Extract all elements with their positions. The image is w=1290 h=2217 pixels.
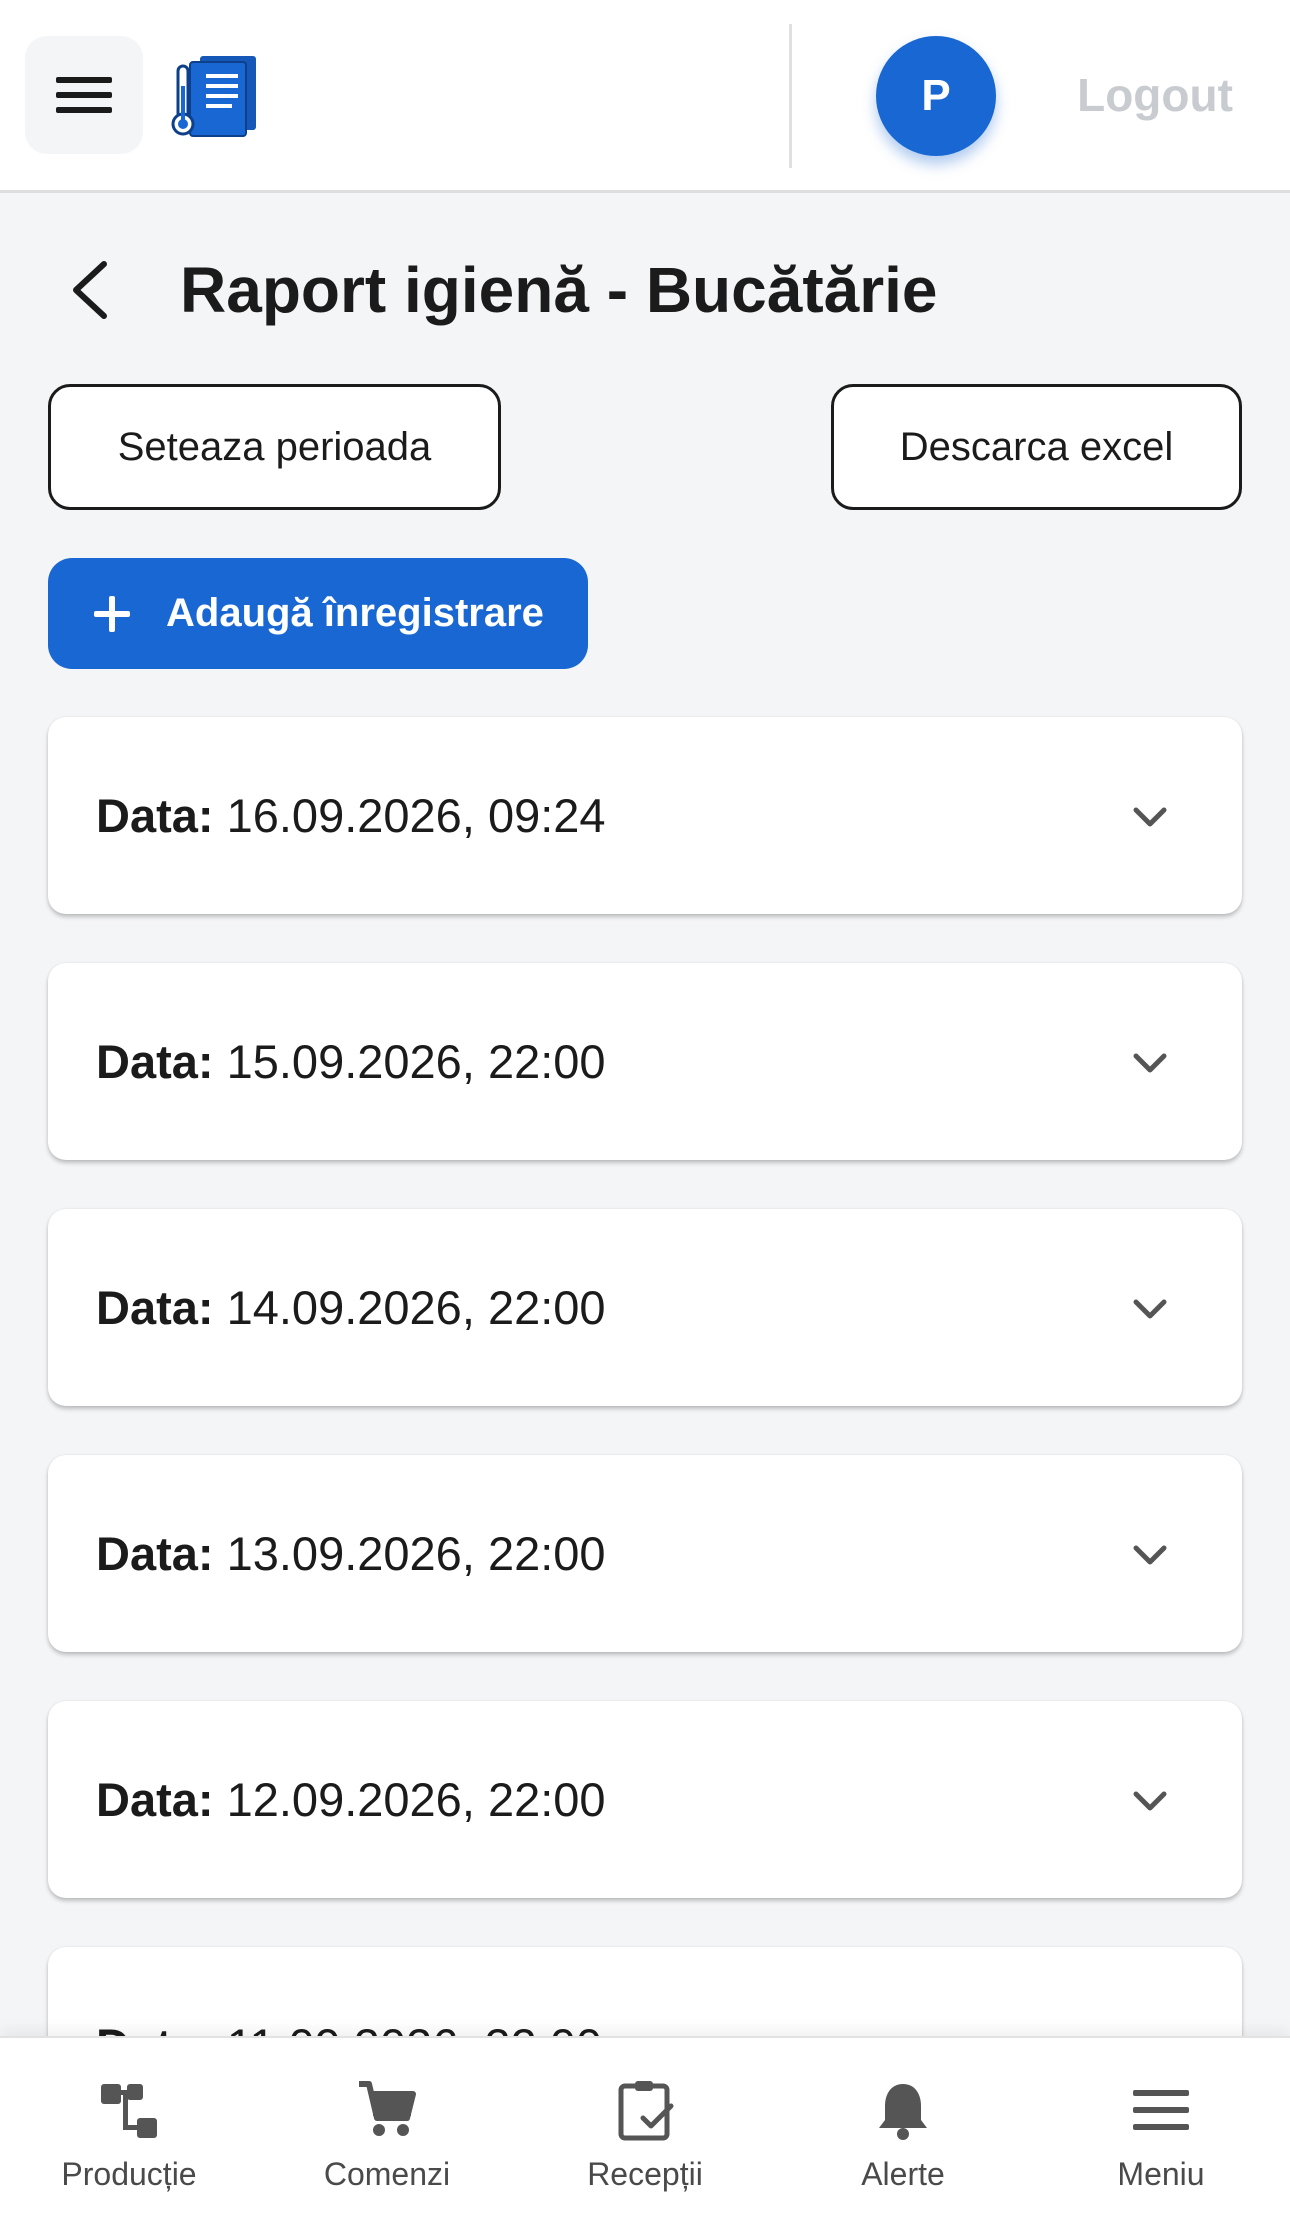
chevron-down-icon[interactable] <box>1130 1043 1170 1083</box>
record-date-value: 14.09.2026, 22:00 <box>226 1281 606 1334</box>
clipboard-check-icon <box>618 2081 674 2141</box>
record-date: Data: 14.09.2026, 22:00 <box>96 1209 606 1406</box>
chevron-left-icon[interactable] <box>60 250 120 330</box>
download-excel-button[interactable]: Descarca excel <box>831 384 1242 510</box>
header-divider <box>789 24 792 168</box>
record-date-label: Data: <box>96 789 214 842</box>
records-list: Data: 16.09.2026, 09:24 Data: 15.09.2026… <box>48 717 1242 2193</box>
chevron-down-icon[interactable] <box>1130 1535 1170 1575</box>
chevron-down-icon[interactable] <box>1130 797 1170 837</box>
nav-item-meniu[interactable]: Meniu <box>1032 2038 1290 2217</box>
avatar[interactable]: P <box>876 36 996 156</box>
record-date: Data: 12.09.2026, 22:00 <box>96 1701 606 1898</box>
record-date: Data: 16.09.2026, 09:24 <box>96 717 606 914</box>
add-record-button[interactable]: Adaugă înregistrare <box>48 558 588 669</box>
record-card[interactable]: Data: 13.09.2026, 22:00 <box>48 1455 1242 1652</box>
record-date-value: 15.09.2026, 22:00 <box>226 1035 606 1088</box>
record-date-value: 12.09.2026, 22:00 <box>226 1773 606 1826</box>
set-period-button[interactable]: Seteaza perioada <box>48 384 501 510</box>
menu-button[interactable] <box>25 36 143 154</box>
record-card[interactable]: Data: 16.09.2026, 09:24 <box>48 717 1242 914</box>
record-card[interactable]: Data: 15.09.2026, 22:00 <box>48 963 1242 1160</box>
record-date: Data: 13.09.2026, 22:00 <box>96 1455 606 1652</box>
record-date-label: Data: <box>96 1035 214 1088</box>
thermometer-document-icon <box>171 56 256 137</box>
plus-icon <box>94 595 130 632</box>
nav-item-alerte[interactable]: Alerte <box>774 2038 1032 2217</box>
logout-button[interactable]: Logout <box>1060 60 1250 130</box>
record-date-value: 16.09.2026, 09:24 <box>226 789 606 842</box>
hamburger-icon <box>56 77 112 113</box>
app-page: P Logout Raport igienă - Bucătărie Setea… <box>0 0 1290 2217</box>
record-card[interactable]: Data: 14.09.2026, 22:00 <box>48 1209 1242 1406</box>
nav-item-productie[interactable]: Producție <box>0 2038 258 2217</box>
page-title: Raport igienă - Bucătărie <box>180 254 938 326</box>
bell-icon <box>879 2084 927 2140</box>
add-record-label: Adaugă înregistrare <box>166 591 544 635</box>
record-date-value: 13.09.2026, 22:00 <box>226 1527 606 1580</box>
chevron-down-icon[interactable] <box>1130 1781 1170 1821</box>
cart-icon <box>359 2081 416 2136</box>
record-date-label: Data: <box>96 1281 214 1334</box>
record-date: Data: 15.09.2026, 22:00 <box>96 963 606 1160</box>
workflow-icon <box>101 2084 157 2138</box>
record-date-label: Data: <box>96 1773 214 1826</box>
nav-item-receptii[interactable]: Recepții <box>516 2038 774 2217</box>
nav-label: Producție <box>61 2156 197 2192</box>
chevron-down-icon[interactable] <box>1130 1289 1170 1329</box>
bottom-nav: Producție Comenzi Recepții Alerte Meniu <box>0 2036 1290 2217</box>
nav-label: Meniu <box>1117 2156 1205 2192</box>
nav-label: Comenzi <box>323 2156 451 2192</box>
hamburger-icon <box>1133 2090 1189 2130</box>
record-date-label: Data: <box>96 1527 214 1580</box>
top-bar: P Logout <box>0 0 1290 193</box>
record-card[interactable]: Data: 12.09.2026, 22:00 <box>48 1701 1242 1898</box>
nav-label: Alerte <box>861 2156 945 2192</box>
nav-label: Recepții <box>587 2156 703 2192</box>
nav-item-comenzi[interactable]: Comenzi <box>258 2038 516 2217</box>
